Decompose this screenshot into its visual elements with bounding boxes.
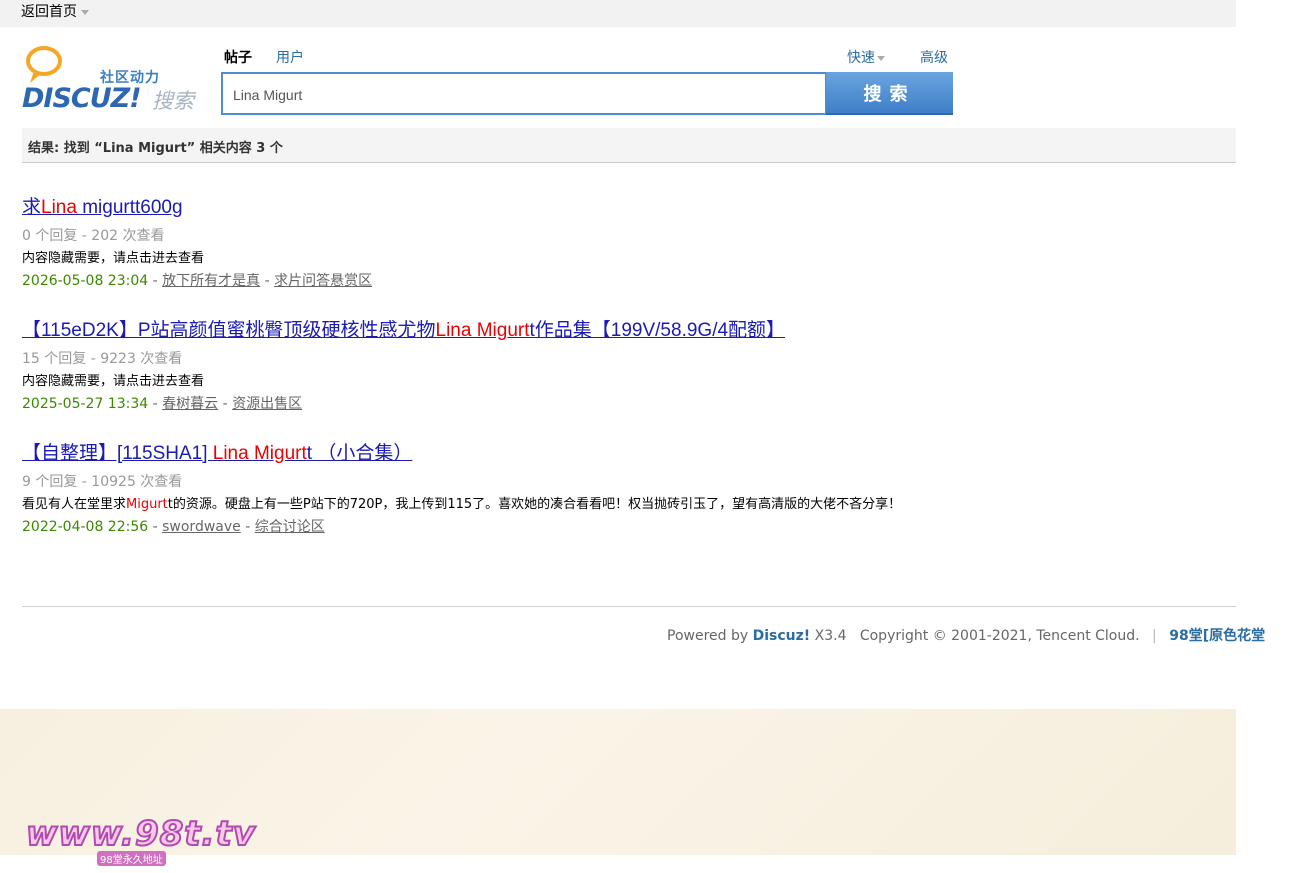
search-button[interactable]: 搜索 [826, 72, 953, 115]
result-summary-text: 看见有人在堂里求Migurtt的资源。硬盘上有一些P站下的720P，我上传到11… [22, 494, 982, 516]
separator: - [260, 273, 275, 289]
powered-by: Powered by [667, 628, 749, 644]
back-home-label: 返回首页 [21, 4, 77, 20]
separator: - [240, 519, 255, 535]
result-stats: 0 个回复 - 202 次查看 [22, 228, 165, 244]
title-highlight: Lina [41, 197, 77, 218]
title-highlight: Lina Migurt [435, 320, 530, 341]
discuz-link[interactable]: Discuz! [753, 628, 811, 644]
summary-text: t的资源。硬盘上有一些P站下的720P，我上传到115了。喜欢她的凑合看看吧！权… [167, 497, 902, 512]
result-meta: 2026-05-08 23:04 - 放下所有才是真 - 求片问答悬赏区 [22, 270, 982, 290]
separator: - [148, 519, 163, 535]
post-date: 2025-05-27 13:34 [22, 396, 149, 412]
footer-separator: | [1152, 628, 1157, 644]
list-item: 【115eD2K】P站高颜值蜜桃臀顶级硬核性感尤物Lina Migurtt作品集… [22, 315, 982, 413]
separator: - [148, 396, 163, 412]
separator: - [218, 396, 233, 412]
version: X3.4 [814, 628, 847, 644]
result-title-link[interactable]: 【自整理】[115SHA1] Lina Migurtt （小合集） [22, 438, 982, 465]
summary-text: 内容隐藏需要，请点击进去查看 [22, 251, 205, 266]
result-summary-text: 内容隐藏需要，请点击进去查看 [22, 371, 982, 393]
forum-link[interactable]: 求片问答悬赏区 [274, 273, 372, 289]
advanced-search-link[interactable]: 高级 [920, 47, 948, 67]
site-logo[interactable]: 社区动力 DISCUZ! 搜索 [22, 45, 197, 114]
quick-search-dropdown[interactable]: 快速 [847, 47, 885, 67]
author-link[interactable]: 放下所有才是真 [162, 273, 260, 289]
copyright: Copyright © 2001-2021, Tencent Cloud. [859, 628, 1140, 644]
forum-link[interactable]: 资源出售区 [232, 396, 302, 412]
title-text: migurtt600g [76, 197, 183, 218]
result-summary-bar: 结果: 找到 “Lina Migurt” 相关内容 3 个 [22, 128, 1236, 163]
result-title-link[interactable]: 求Lina migurtt600g [22, 192, 982, 219]
tab-posts[interactable]: 帖子 [224, 47, 252, 67]
title-text: 求 [22, 197, 42, 218]
top-bar: 返回首页 [0, 0, 1236, 27]
footer: Powered by Discuz! X3.4 Copyright © 2001… [667, 625, 1265, 645]
back-home-link[interactable]: 返回首页 [21, 1, 89, 21]
title-text: 【自整理】[115SHA1] [22, 443, 213, 464]
speech-bubble-icon [26, 46, 62, 83]
summary-highlight: Migurt [126, 497, 168, 512]
result-stats: 15 个回复 - 9223 次查看 [22, 351, 183, 367]
result-meta: 2025-05-27 13:34 - 春树暮云 - 资源出售区 [22, 393, 982, 413]
watermark-subtitle: 98堂永久地址 [97, 851, 166, 866]
quick-search-label: 快速 [847, 50, 875, 66]
separator: - [148, 273, 163, 289]
post-date: 2022-04-08 22:56 [22, 519, 149, 535]
tab-users[interactable]: 用户 [276, 47, 304, 67]
title-text: t作品集【199V/58.9G/4配额】 [529, 320, 786, 341]
search-input[interactable] [231, 80, 825, 110]
footer-divider [22, 606, 1236, 607]
summary-text: 内容隐藏需要，请点击进去查看 [22, 374, 205, 389]
watermark-logo: www.98t.tv [25, 813, 256, 855]
summary-text: 看见有人在堂里求 [22, 497, 127, 512]
list-item: 【自整理】[115SHA1] Lina Migurtt （小合集） 9 个回复 … [22, 438, 982, 536]
logo-search-text: 搜索 [152, 89, 194, 113]
logo-brand: DISCUZ! [22, 83, 142, 114]
title-highlight: Lina Migurt [212, 443, 307, 464]
result-summary: 结果: 找到 “Lina Migurt” 相关内容 3 个 [28, 141, 283, 156]
author-link[interactable]: swordwave [162, 519, 241, 535]
forum-link[interactable]: 综合讨论区 [255, 519, 325, 535]
result-stats: 9 个回复 - 10925 次查看 [22, 474, 183, 490]
list-item: 求Lina migurtt600g 0 个回复 - 202 次查看 内容隐藏需要… [22, 192, 982, 290]
search-box [221, 72, 827, 115]
site-name-link[interactable]: 98堂[原色花堂 [1169, 628, 1265, 644]
chevron-down-icon [81, 9, 89, 15]
result-title-link[interactable]: 【115eD2K】P站高颜值蜜桃臀顶级硬核性感尤物Lina Migurtt作品集… [22, 315, 982, 342]
chevron-down-icon [877, 55, 885, 61]
result-summary-text: 内容隐藏需要，请点击进去查看 [22, 248, 982, 270]
post-date: 2026-05-08 23:04 [22, 273, 149, 289]
title-text: t （小合集） [306, 443, 413, 464]
title-text: 【115eD2K】P站高颜值蜜桃臀顶级硬核性感尤物 [22, 320, 436, 341]
author-link[interactable]: 春树暮云 [162, 396, 218, 412]
result-meta: 2022-04-08 22:56 - swordwave - 综合讨论区 [22, 516, 982, 536]
